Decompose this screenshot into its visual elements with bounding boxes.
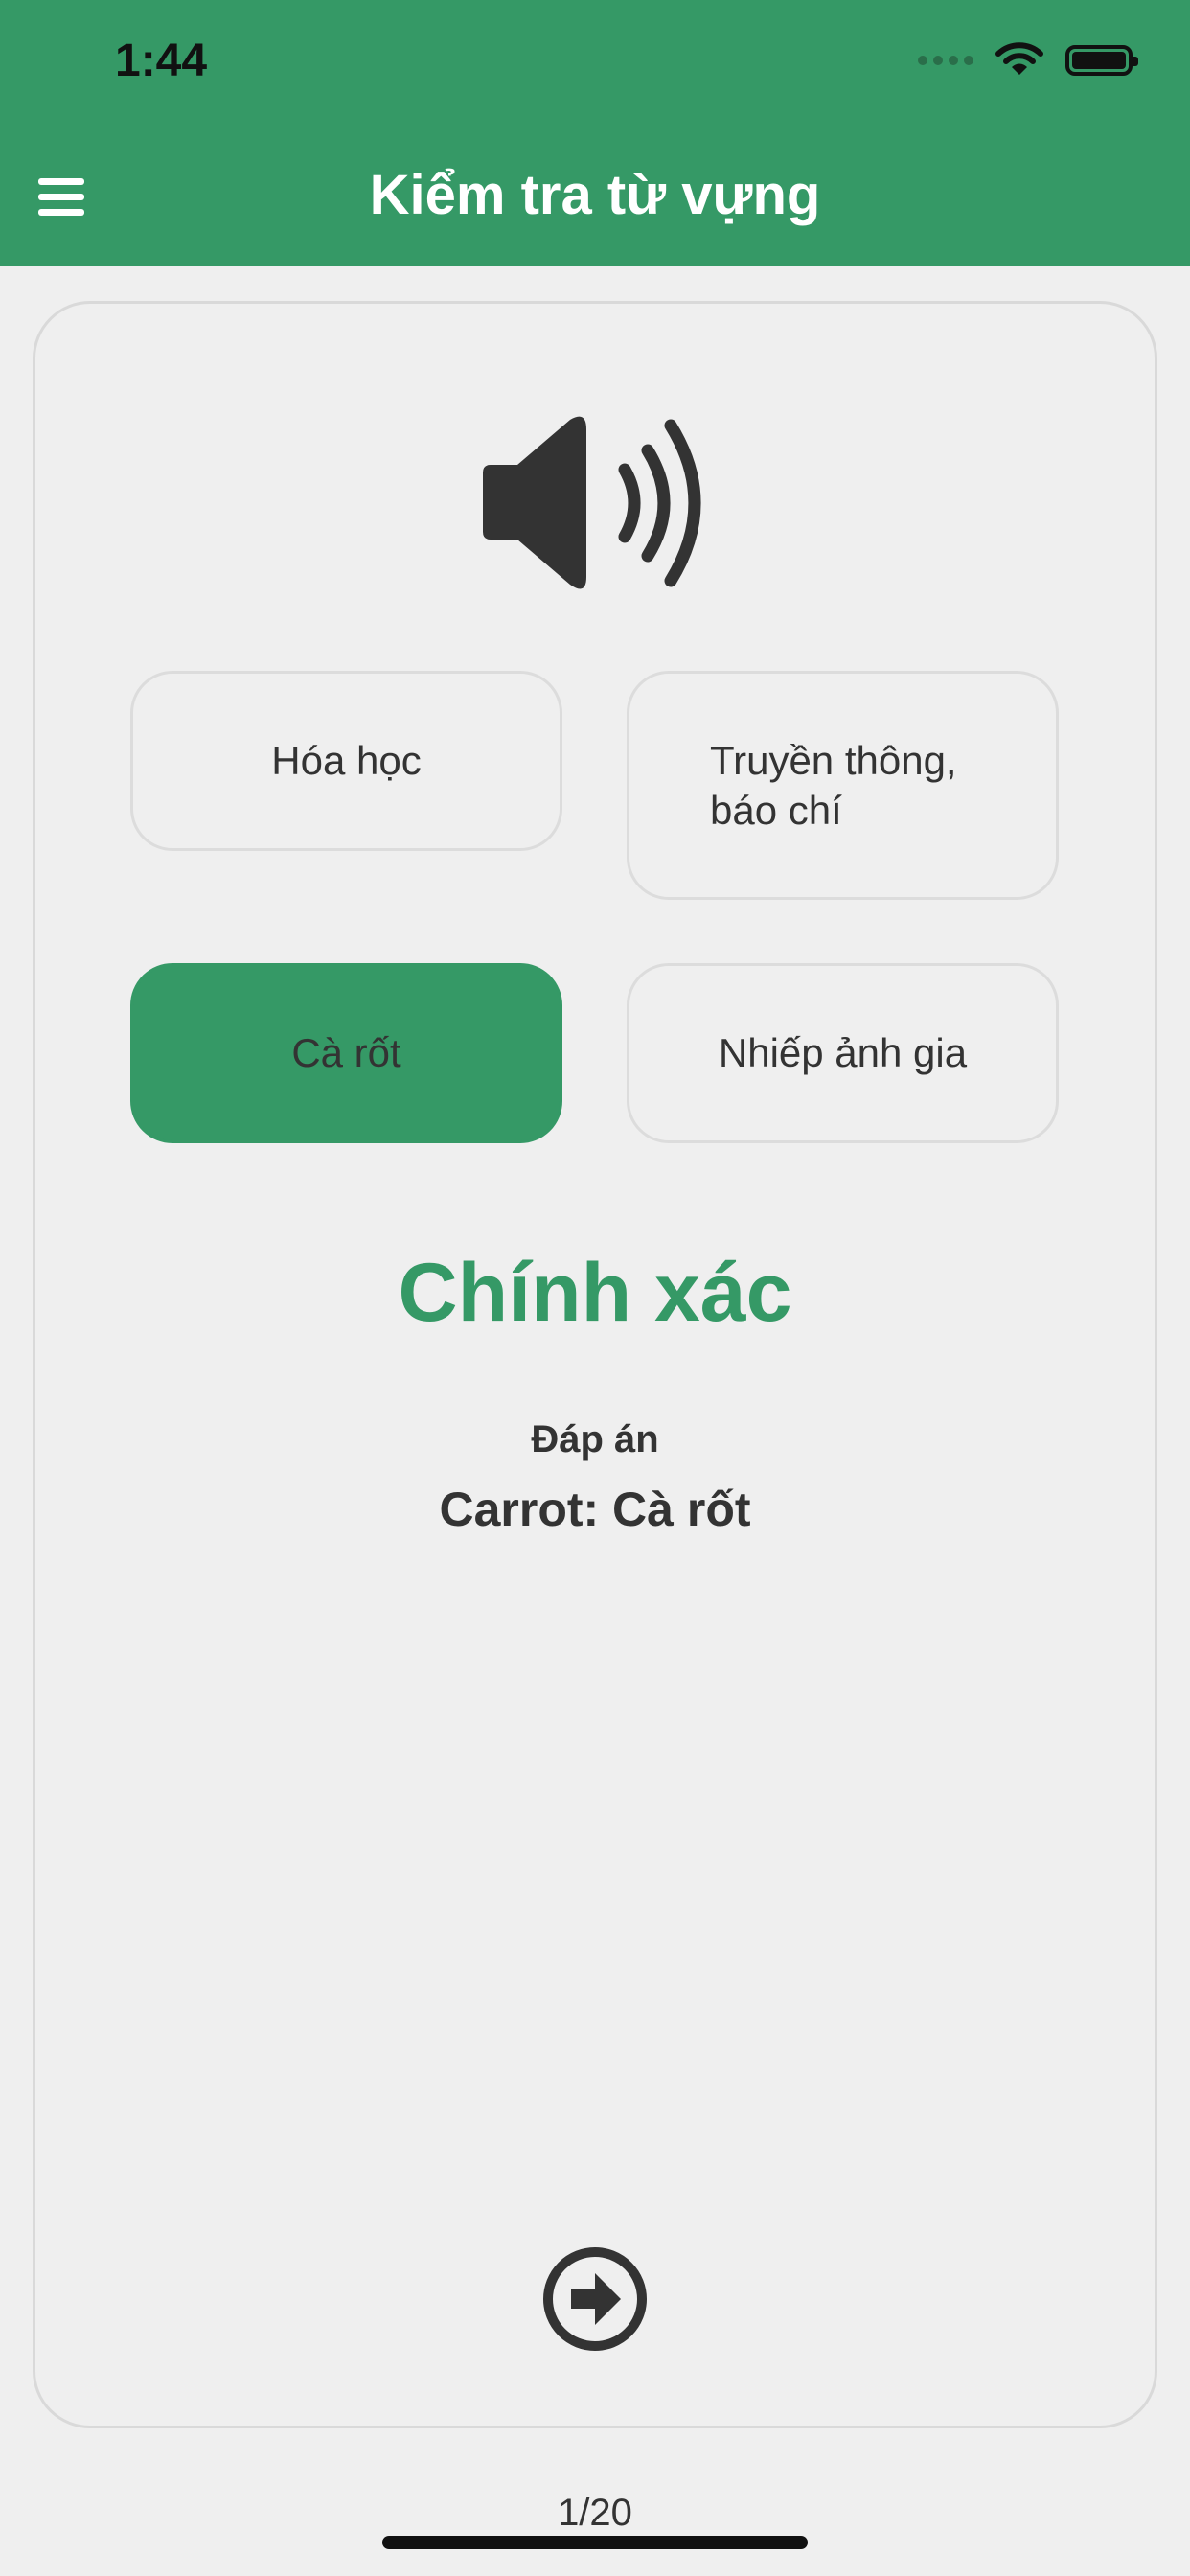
answer-option-1[interactable]: Hóa học — [130, 671, 562, 851]
wifi-icon — [995, 42, 1043, 75]
answer-option-label: Nhiếp ảnh gia — [718, 1030, 968, 1075]
answer-option-4[interactable]: Nhiếp ảnh gia — [627, 963, 1059, 1143]
answer-option-label: Cà rốt — [291, 1030, 401, 1075]
speaker-volume-icon[interactable] — [479, 412, 709, 594]
correct-answer: Carrot: Cà rốt — [439, 1483, 751, 1536]
page-title: Kiểm tra từ vựng — [369, 164, 821, 226]
home-indicator[interactable] — [382, 2536, 808, 2549]
app-header: 1:44 Kiểm tra từ vựng — [0, 0, 1190, 266]
status-time: 1:44 — [115, 35, 208, 86]
answer-option-2[interactable]: Truyền thông, báo chí — [627, 671, 1059, 900]
quiz-card — [33, 301, 1157, 2428]
status-icons — [918, 42, 1138, 79]
battery-icon — [1065, 45, 1138, 76]
result-status: Chính xác — [398, 1247, 792, 1339]
arrow-right-circle-icon[interactable] — [542, 2246, 648, 2352]
answer-option-label: Hóa học — [271, 738, 422, 783]
signal-dots-icon — [918, 56, 973, 65]
answer-label: Đáp án — [531, 1418, 659, 1460]
progress-counter: 1/20 — [558, 2492, 632, 2534]
answer-option-3-selected[interactable]: Cà rốt — [130, 963, 562, 1143]
answer-option-label: Truyền thông, báo chí — [710, 737, 957, 833]
